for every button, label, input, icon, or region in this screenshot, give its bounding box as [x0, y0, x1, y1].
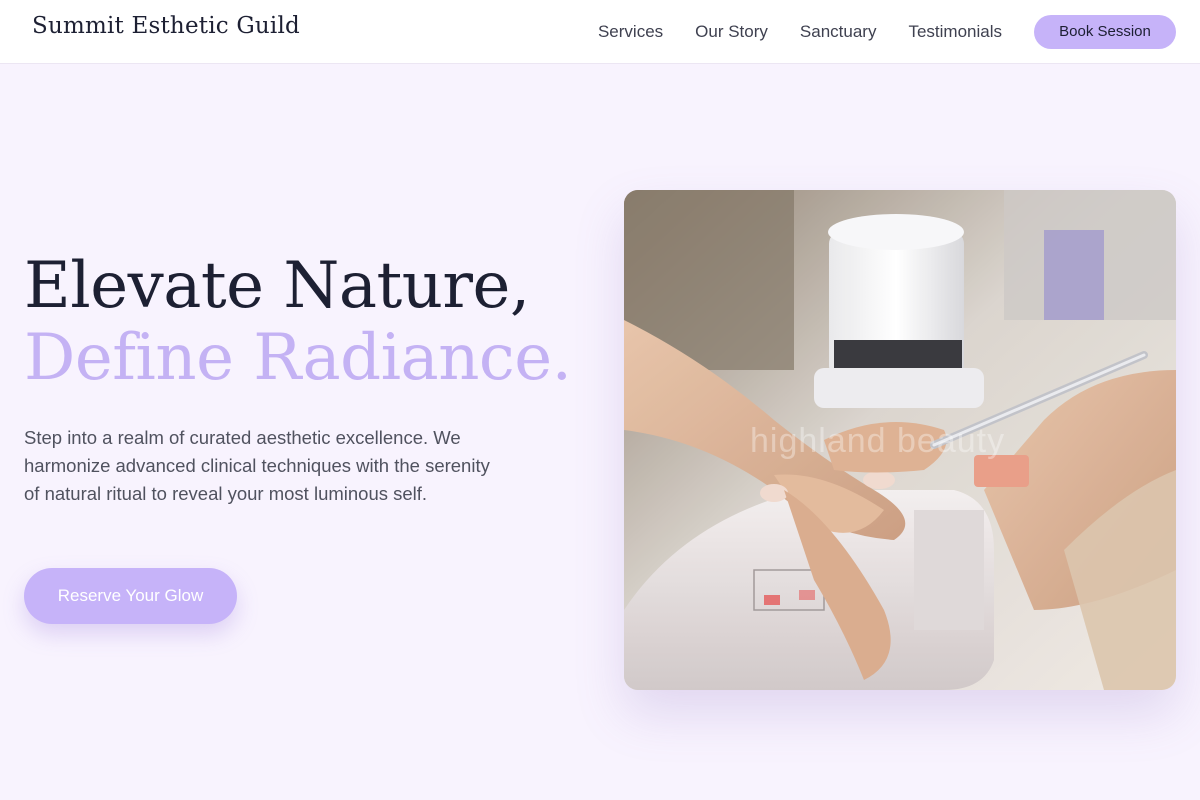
nav-link-our-story[interactable]: Our Story — [695, 22, 768, 42]
hero-title-line-1: Elevate Nature, — [24, 249, 530, 323]
hero-title-line-2: Define Radiance. — [24, 321, 572, 395]
top-navbar: Summit Esthetic Guild Services Our Story… — [0, 0, 1200, 64]
nav-link-testimonials[interactable]: Testimonials — [908, 22, 1002, 42]
nav-link-services[interactable]: Services — [598, 22, 663, 42]
main-nav: Services Our Story Sanctuary Testimonial… — [598, 0, 1176, 64]
book-session-button[interactable]: Book Session — [1034, 15, 1176, 49]
reserve-glow-button[interactable]: Reserve Your Glow — [24, 568, 237, 624]
hero-photo-manicure: highland beauty — [624, 190, 1176, 690]
hero-description: Step into a realm of curated aesthetic e… — [24, 427, 490, 504]
photo-watermark: highland beauty — [750, 422, 1006, 460]
brand-logo[interactable]: Summit Esthetic Guild — [32, 13, 300, 39]
hero-title: Elevate Nature, Define Radiance. — [24, 249, 572, 395]
nav-link-sanctuary[interactable]: Sanctuary — [800, 22, 877, 42]
